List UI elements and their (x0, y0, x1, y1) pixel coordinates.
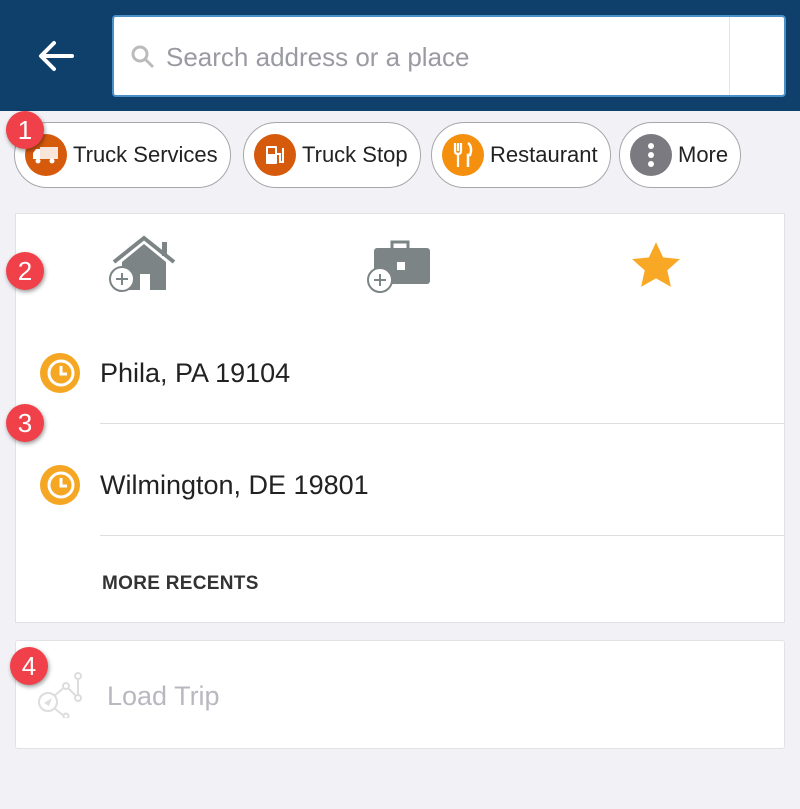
divider (100, 535, 784, 536)
divider (100, 423, 784, 424)
arrow-left-icon[interactable] (36, 36, 76, 76)
star-icon[interactable] (630, 240, 682, 290)
recent-label: Phila, PA 19104 (100, 357, 291, 388)
search-box[interactable] (112, 15, 786, 97)
chip-label: More (678, 142, 729, 167)
fuel-pump-icon (254, 134, 296, 176)
history-icon (40, 465, 80, 505)
chip-label: Restaurant (490, 142, 598, 167)
more-vertical-icon (630, 134, 672, 176)
step-badge-3: 3 (6, 404, 44, 442)
add-home-icon[interactable] (108, 234, 176, 292)
recent-item[interactable]: Wilmington, DE 19801 (16, 430, 784, 540)
chip-truck-services[interactable]: Truck Services (14, 122, 231, 188)
history-icon (40, 353, 80, 393)
chip-more[interactable]: More (619, 122, 742, 188)
divider (729, 17, 730, 95)
add-work-icon[interactable] (366, 238, 432, 294)
recent-label: Wilmington, DE 19801 (100, 469, 369, 500)
route-icon (38, 672, 82, 718)
step-badge-2: 2 (6, 252, 44, 290)
search-input[interactable] (166, 37, 726, 77)
recent-item[interactable]: Phila, PA 19104 (16, 318, 784, 428)
chip-restaurant[interactable]: Restaurant (431, 122, 611, 188)
search-icon (131, 45, 155, 69)
step-badge-1: 1 (6, 111, 44, 149)
chip-truck-stop[interactable]: Truck Stop (243, 122, 421, 188)
chip-label: Truck Stop (302, 142, 408, 167)
step-badge-4: 4 (10, 647, 48, 685)
more-recents-button[interactable]: MORE RECENTS (102, 573, 259, 595)
chip-label: Truck Services (73, 142, 218, 167)
load-trip-label: Load Trip (107, 681, 220, 711)
header (0, 0, 800, 111)
fork-knife-icon (442, 134, 484, 176)
